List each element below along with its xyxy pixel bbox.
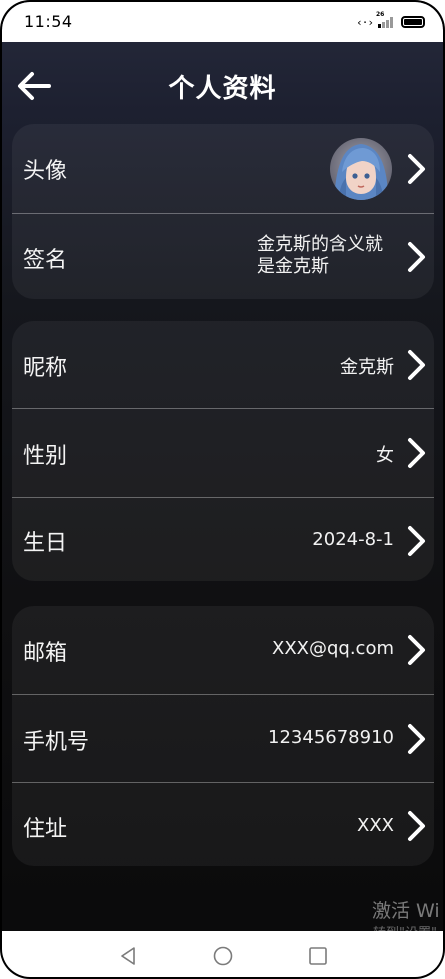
profile-card-personal: 昵称 金克斯 性别 女 生日 2024-8-1 (12, 321, 434, 581)
square-recent-icon[interactable] (306, 944, 330, 968)
phone-value: 12345678910 (268, 727, 394, 748)
nickname-value: 金克斯 (340, 357, 394, 378)
nickname-row[interactable]: 昵称 金克斯 (12, 321, 434, 408)
signature-value: 金克斯的含义就 是金克斯 (257, 234, 383, 278)
battery-icon (401, 16, 425, 28)
phone-label: 手机号 (23, 730, 90, 755)
address-value: XXX (357, 815, 394, 836)
signature-label: 签名 (23, 248, 68, 273)
signature-row[interactable]: 签名 金克斯的含义就 是金克斯 (12, 214, 434, 299)
chevron-right-icon (408, 350, 425, 380)
signature-value-line1: 金克斯的含义就 (257, 234, 383, 255)
birthday-value: 2024-8-1 (312, 529, 394, 550)
birthday-row[interactable]: 生日 2024-8-1 (12, 498, 434, 581)
chevron-right-icon (408, 438, 425, 468)
signature-value-line2: 是金克斯 (257, 256, 329, 277)
phone-row[interactable]: 手机号 12345678910 (12, 695, 434, 782)
email-value: XXX@qq.com (271, 638, 394, 659)
status-bar: 11:54 ‹·› 26 (2, 2, 443, 42)
triangle-back-icon[interactable] (116, 944, 140, 968)
avatar-row[interactable]: 头像 (12, 124, 434, 212)
network-tag: 26 (376, 11, 385, 18)
address-label: 住址 (23, 817, 68, 842)
address-row[interactable]: 住址 XXX (12, 783, 434, 866)
activation-watermark-title: 激活 Wi (372, 900, 440, 922)
email-label: 邮箱 (23, 641, 68, 666)
circle-home-icon[interactable] (211, 944, 235, 968)
page-title: 个人资料 (168, 74, 277, 104)
profile-card-contact: 邮箱 XXX@qq.com 手机号 12345678910 住址 XXX (12, 606, 434, 866)
screen: 11:54 ‹·› 26 个人资料 头像 签名 金克斯的含义就 是金克斯 昵称 … (2, 2, 443, 977)
data-transfer-icon: ‹·› (356, 15, 374, 29)
email-row[interactable]: 邮箱 XXX@qq.com (12, 606, 434, 693)
gender-row[interactable]: 性别 女 (12, 409, 434, 497)
chevron-right-icon (408, 154, 425, 184)
avatar-label: 头像 (23, 159, 68, 184)
nickname-label: 昵称 (23, 356, 68, 381)
chevron-right-icon (408, 635, 425, 665)
gender-value: 女 (376, 445, 394, 466)
header: 个人资料 (2, 46, 443, 126)
signal-icon: 26 (376, 11, 396, 28)
chevron-right-icon (408, 526, 425, 556)
chevron-right-icon (408, 724, 425, 754)
phone-frame: 11:54 ‹·› 26 个人资料 头像 签名 金克斯的含义就 是金克斯 昵称 … (0, 0, 445, 979)
gender-label: 性别 (23, 444, 68, 469)
profile-card-basic: 头像 签名 金克斯的含义就 是金克斯 (12, 124, 434, 299)
birthday-label: 生日 (23, 531, 68, 556)
chevron-right-icon (408, 242, 425, 272)
navigation-bar (2, 931, 443, 977)
avatar (330, 138, 392, 200)
status-icons: ‹·› 26 (356, 11, 425, 30)
chevron-right-icon (408, 811, 425, 841)
status-time: 11:54 (24, 12, 73, 31)
